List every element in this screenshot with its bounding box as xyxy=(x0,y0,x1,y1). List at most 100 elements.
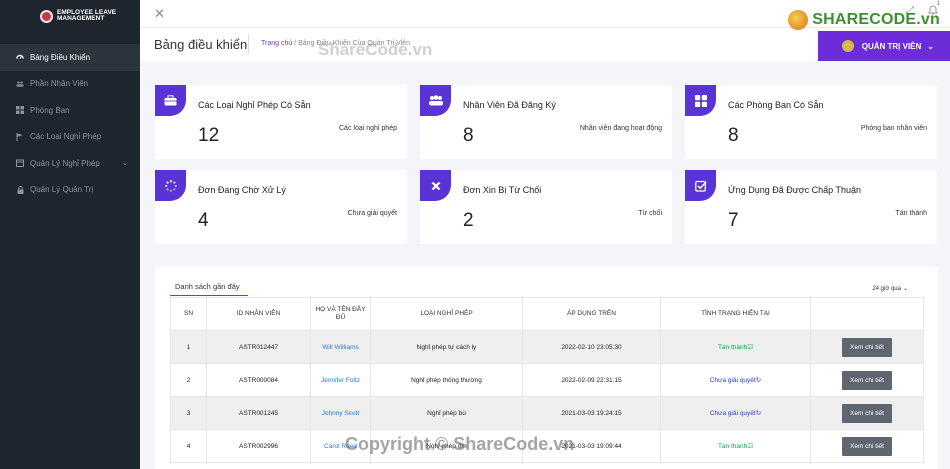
employee-name-link[interactable]: Will Williams xyxy=(322,344,358,351)
time-filter-select[interactable]: 24 giờ qua ⌄ xyxy=(872,285,908,292)
sidebar-item-leave-types[interactable]: Các Loại Nghỉ Phép xyxy=(0,124,140,151)
status-badge: Tán thành xyxy=(717,344,748,351)
sidebar-nav: Bảng Điều Khiển Phần Nhân Viên Phòng Ban… xyxy=(0,44,140,203)
cell-status: Chưa giải quyết↻ xyxy=(660,363,811,397)
cell-action: Xem chi tiết xyxy=(810,429,924,463)
cell-employee-id: ASTR012447 xyxy=(206,330,311,364)
spinner-icon xyxy=(155,170,186,201)
cell-applied-on: 2022-02-09 22:31:15 xyxy=(522,363,661,397)
view-details-button[interactable]: Xem chi tiết xyxy=(842,403,892,423)
column-header: ID NHÂN VIÊN xyxy=(206,297,311,331)
cell-name: Will Williams xyxy=(310,330,371,364)
sidebar-item-admin-management[interactable]: Quản Lý Quản Trị xyxy=(0,177,140,204)
watermark-top: ShareCode.vn xyxy=(318,40,433,59)
check-square-icon xyxy=(685,170,716,201)
breadcrumb-home-link[interactable]: Trang chủ xyxy=(261,40,292,47)
sidebar-item-label: Phòng Ban xyxy=(30,105,70,115)
employee-name-link[interactable]: Jennifer Foltz xyxy=(321,377,360,384)
card-value: 8 xyxy=(463,125,474,146)
cell-action: Xem chi tiết xyxy=(810,330,924,364)
sidebar-item-employees[interactable]: Phần Nhân Viên xyxy=(0,71,140,98)
card-subtitle: Nhân viên đang hoạt động xyxy=(579,125,662,132)
users-icon xyxy=(420,85,451,116)
sidebar-item-label: Quản Lý Quản Trị xyxy=(30,185,94,195)
stat-card-leave-types[interactable]: Các Loại Nghỉ Phép Có Sẵn 12 Các loại ng… xyxy=(155,85,407,159)
cell-status: Tán thành☑ xyxy=(660,429,811,463)
card-title: Các Loại Nghỉ Phép Có Sẵn xyxy=(198,100,311,110)
view-details-button[interactable]: Xem chi tiết xyxy=(842,370,892,390)
column-header xyxy=(810,297,924,331)
globe-icon xyxy=(788,10,809,30)
cell-name: Johnny Scott xyxy=(310,396,371,430)
chevron-down-icon: ⌄ xyxy=(927,41,934,51)
column-header: TÌNH TRẠNG HIỆN TẠI xyxy=(660,297,811,331)
users-icon xyxy=(16,80,24,88)
sidebar-item-departments[interactable]: Phòng Ban xyxy=(0,97,140,124)
dashboard-icon xyxy=(16,53,24,61)
cell-leave-type: Nghỉ phép bù xyxy=(370,396,523,430)
sidebar-item-label: Phần Nhân Viên xyxy=(30,79,89,89)
avatar xyxy=(841,40,854,52)
brand-logo-icon xyxy=(40,9,53,23)
column-header: LOẠI NGHỈ PHÉP xyxy=(370,297,523,331)
employee-name-link[interactable]: Johnny Scott xyxy=(322,410,360,417)
table-header-row: SN ID NHÂN VIÊN HỌ VÀ TÊN ĐẦY ĐỦ LOẠI NG… xyxy=(170,297,924,331)
card-subtitle: Tán thành xyxy=(895,210,927,217)
refresh-icon: ↻ xyxy=(755,377,762,384)
admin-menu-label: QUẢN TRỊ VIÊN xyxy=(861,41,922,51)
cell-applied-on: 2022-02-10 23:05:30 xyxy=(522,330,661,364)
tab-underline xyxy=(170,295,248,296)
calendar-icon xyxy=(16,159,24,168)
view-details-button[interactable]: Xem chi tiết xyxy=(842,337,892,357)
check-icon: ☑ xyxy=(747,344,754,351)
flag-icon xyxy=(16,132,24,141)
cell-action: Xem chi tiết xyxy=(810,396,924,430)
page-header: Bảng điều khiển Trang chủ / Bảng Điều Kh… xyxy=(140,28,950,61)
cell-sn: 1 xyxy=(170,330,207,364)
view-details-button[interactable]: Xem chi tiết xyxy=(842,436,892,456)
stat-card-rejected[interactable]: Đơn Xin Bị Từ Chối 2 Từ chối xyxy=(420,170,672,244)
sidebar-item-dashboard[interactable]: Bảng Điều Khiển xyxy=(0,44,140,71)
x-icon xyxy=(420,170,451,201)
table-row: 1 ASTR012447 Will Williams Nghỉ phép tự … xyxy=(170,330,924,364)
cell-status: Tán thành☑ xyxy=(660,330,811,364)
card-value: 7 xyxy=(728,210,739,231)
admin-menu-button[interactable]: QUẢN TRỊ VIÊN ⌄ xyxy=(818,31,950,61)
page-title: Bảng điều khiển xyxy=(154,37,248,52)
watermark-brand: SHARECODE.vn xyxy=(812,11,940,28)
card-title: Nhân Viên Đã Đăng Ký xyxy=(463,100,556,110)
cell-employee-id: ASTR001245 xyxy=(206,396,311,430)
stat-card-pending[interactable]: Đơn Đang Chờ Xử Lý 4 Chưa giải quyết xyxy=(155,170,407,244)
status-badge: Chưa giải quyết xyxy=(709,377,756,384)
sidebar-item-leave-management[interactable]: Quản Lý Nghỉ Phép ⌄ xyxy=(0,150,140,177)
card-subtitle: Chưa giải quyết xyxy=(347,210,397,217)
watermark-copyright: Copyright © ShareCode.vn xyxy=(345,434,575,454)
brand[interactable]: Employee Leave Management xyxy=(0,0,140,32)
chevron-down-icon: ⌄ xyxy=(122,160,128,168)
breadcrumb-separator: / xyxy=(294,40,297,47)
status-badge: Tán thành xyxy=(717,443,748,450)
close-icon[interactable]: ✕ xyxy=(154,6,165,22)
briefcase-icon xyxy=(155,85,186,116)
title-divider xyxy=(248,34,249,54)
brand-title: Employee Leave Management xyxy=(57,9,117,22)
sidebar-item-label: Quản Lý Nghỉ Phép xyxy=(30,158,100,168)
check-icon: ☑ xyxy=(747,443,754,450)
sidebar: Employee Leave Management Bảng Điều Khiể… xyxy=(0,0,140,469)
stat-card-employees[interactable]: Nhân Viên Đã Đăng Ký 8 Nhân viên đang ho… xyxy=(420,85,672,159)
card-subtitle: Từ chối xyxy=(638,210,662,217)
stat-card-departments[interactable]: Các Phòng Ban Có Sẵn 8 Phòng ban nhân vi… xyxy=(685,85,937,159)
card-value: 4 xyxy=(198,210,209,231)
grid-icon xyxy=(16,106,24,115)
card-subtitle: Phòng ban nhân viên xyxy=(860,125,927,132)
cell-status: Chưa giải quyết↻ xyxy=(660,396,811,430)
stat-card-approved[interactable]: Ứng Dụng Đã Được Chấp Thuận 7 Tán thành xyxy=(685,170,937,244)
column-header: HỌ VÀ TÊN ĐẦY ĐỦ xyxy=(310,297,371,331)
time-filter-label: 24 giờ qua xyxy=(872,286,901,292)
notification-count: 1 xyxy=(936,1,940,7)
status-badge: Chưa giải quyết xyxy=(709,410,756,417)
cell-name: Jennifer Foltz xyxy=(310,363,371,397)
card-value: 12 xyxy=(198,125,220,146)
tab-recent-list[interactable]: Danh sách gần đây xyxy=(175,282,240,291)
card-title: Ứng Dụng Đã Được Chấp Thuận xyxy=(728,185,862,195)
